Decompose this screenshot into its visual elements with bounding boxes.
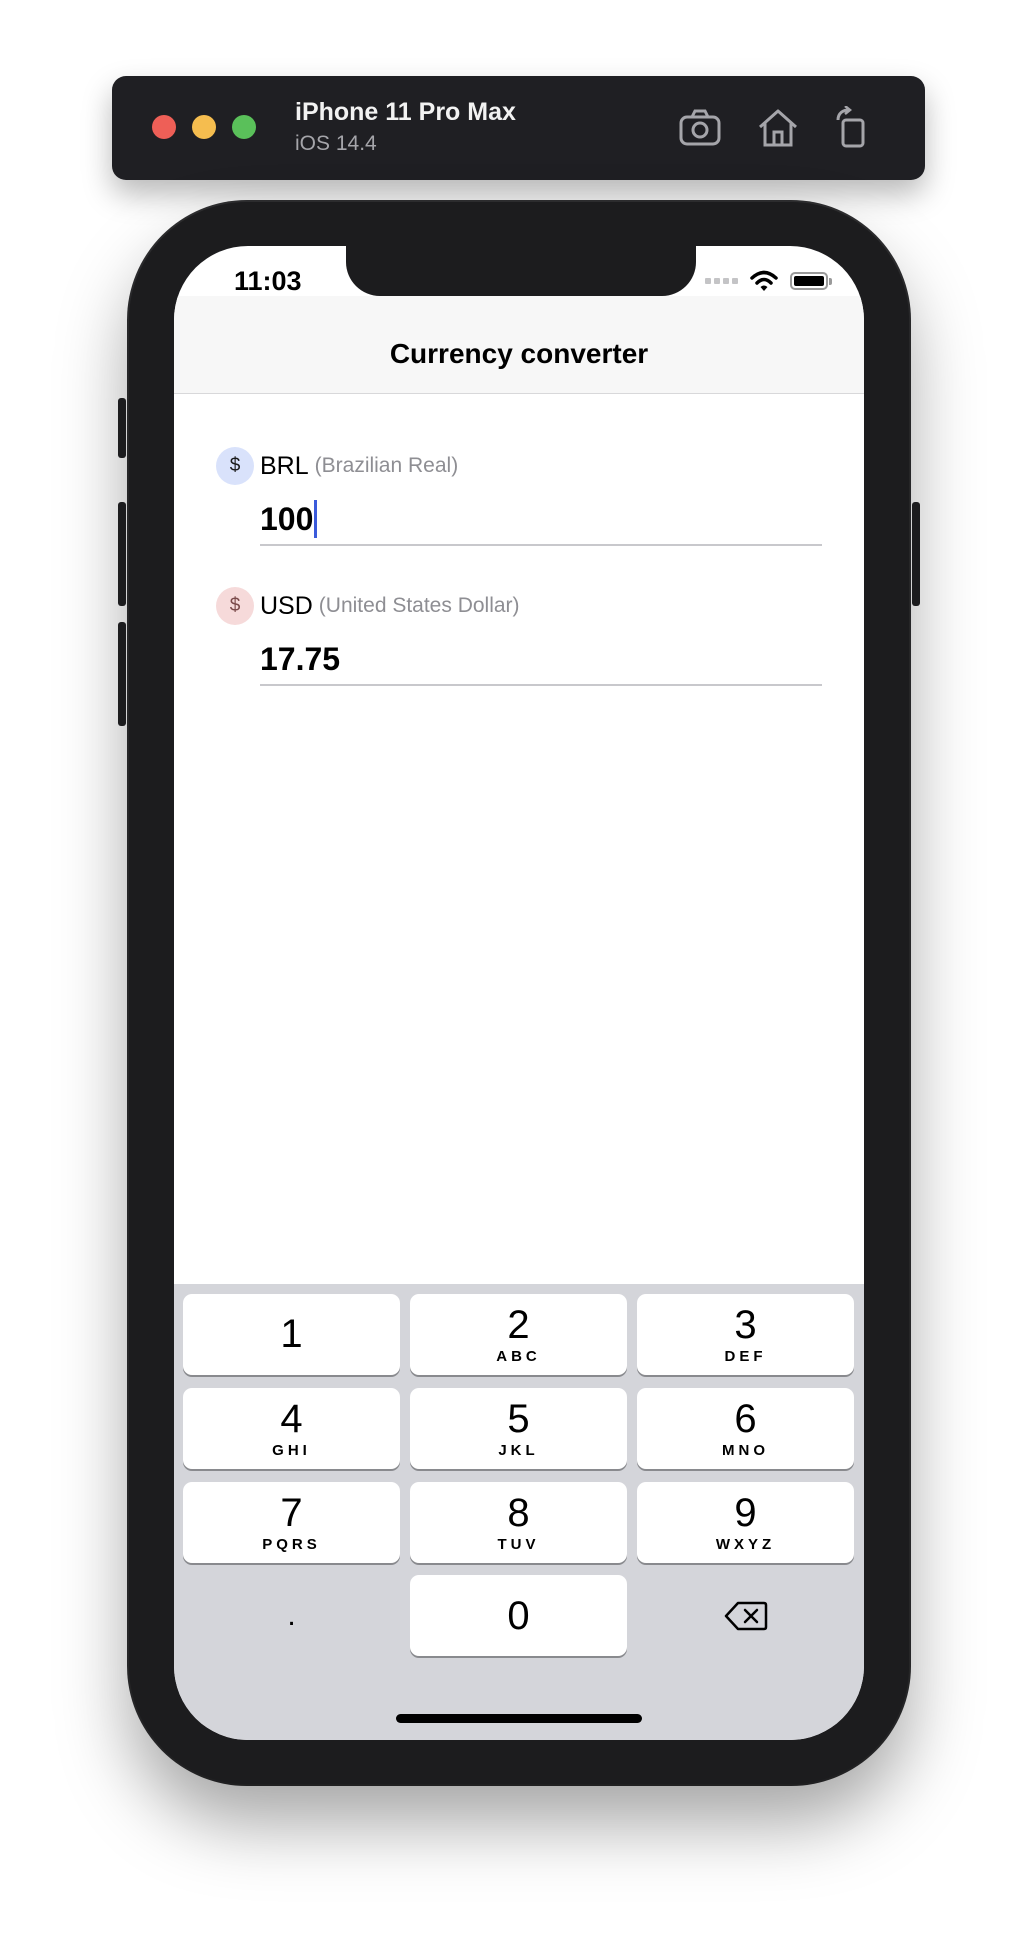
cellular-icon bbox=[705, 278, 738, 284]
key-8[interactable]: 8 TUV bbox=[410, 1482, 627, 1563]
os-version: iOS 14.4 bbox=[295, 132, 377, 155]
mute-switch bbox=[118, 398, 126, 458]
key-6[interactable]: 6 MNO bbox=[637, 1388, 854, 1469]
key-5[interactable]: 5 JKL bbox=[410, 1388, 627, 1469]
currency-row-usd: $ USD (United States Dollar) 17.75 bbox=[216, 586, 822, 686]
battery-icon bbox=[790, 272, 832, 290]
iphone-frame: 11:03 Currency converter $ BRL (Brazilia… bbox=[118, 202, 920, 1784]
rotate-icon[interactable] bbox=[830, 106, 876, 150]
navigation-bar: Currency converter bbox=[174, 296, 864, 394]
amount-value: 17.75 bbox=[260, 640, 341, 677]
notch bbox=[346, 246, 696, 296]
backspace-icon bbox=[724, 1601, 767, 1630]
wifi-icon bbox=[750, 270, 778, 291]
home-icon[interactable] bbox=[755, 106, 801, 150]
key-decimal[interactable]: . bbox=[183, 1575, 400, 1656]
currency-row-brl: $ BRL (Brazilian Real) 100 bbox=[216, 446, 822, 546]
delete-key[interactable] bbox=[637, 1575, 854, 1656]
key-3[interactable]: 3 DEF bbox=[637, 1294, 854, 1375]
amount-value: 100 bbox=[260, 500, 314, 537]
zoom-window-button[interactable] bbox=[232, 115, 256, 139]
usd-amount-input[interactable]: 17.75 bbox=[260, 634, 822, 686]
currency-name: (Brazilian Real) bbox=[314, 454, 459, 477]
volume-up-button bbox=[118, 502, 126, 606]
dollar-coin-icon: $ bbox=[216, 447, 254, 485]
brl-amount-input[interactable]: 100 bbox=[260, 494, 822, 546]
status-icons bbox=[705, 270, 832, 292]
currency-label: $ BRL (Brazilian Real) bbox=[216, 446, 822, 486]
key-4[interactable]: 4 GHI bbox=[183, 1388, 400, 1469]
minimize-window-button[interactable] bbox=[192, 115, 216, 139]
numeric-keypad: 1 2 ABC 3 DEF 4 GHI 5 JKL 6 MNO 7 PQRS 8… bbox=[174, 1284, 864, 1740]
power-button bbox=[912, 502, 920, 606]
status-time: 11:03 bbox=[234, 266, 302, 296]
dollar-coin-icon: $ bbox=[216, 587, 254, 625]
screenshot-icon[interactable] bbox=[677, 106, 723, 150]
close-window-button[interactable] bbox=[152, 115, 176, 139]
currency-label: $ USD (United States Dollar) bbox=[216, 586, 822, 626]
key-0[interactable]: 0 bbox=[410, 1575, 627, 1656]
currency-name: (United States Dollar) bbox=[318, 594, 520, 617]
simulator-toolbar: iPhone 11 Pro Max iOS 14.4 bbox=[112, 76, 925, 180]
currency-code: USD bbox=[260, 591, 313, 620]
home-indicator[interactable] bbox=[396, 1714, 642, 1723]
screen: 11:03 Currency converter $ BRL (Brazilia… bbox=[174, 246, 864, 1740]
volume-down-button bbox=[118, 622, 126, 726]
key-9[interactable]: 9 WXYZ bbox=[637, 1482, 854, 1563]
text-caret bbox=[314, 500, 318, 538]
key-2[interactable]: 2 ABC bbox=[410, 1294, 627, 1375]
page-title: Currency converter bbox=[389, 338, 649, 369]
key-1[interactable]: 1 bbox=[183, 1294, 400, 1375]
currency-code: BRL bbox=[260, 451, 309, 480]
key-7[interactable]: 7 PQRS bbox=[183, 1482, 400, 1563]
device-name: iPhone 11 Pro Max bbox=[295, 98, 516, 126]
